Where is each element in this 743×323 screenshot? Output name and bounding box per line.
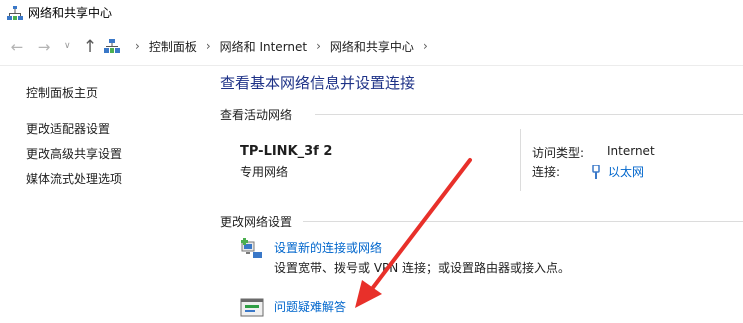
sidebar-item-change-adapter[interactable]: 更改适配器设置 [26,120,110,137]
connection-value[interactable]: 以太网 [608,163,644,180]
divider [303,221,743,222]
divider [315,114,743,115]
network-name: TP-LINK_3f 2 [240,144,333,159]
breadcrumb-item[interactable]: 网络和 Internet [220,38,307,55]
network-type: 专用网络 [240,165,289,179]
sidebar-item-advanced-sharing[interactable]: 更改高级共享设置 [26,145,122,162]
page-title: 查看基本网络信息并设置连接 [220,74,416,92]
forward-arrow-icon[interactable]: → [36,39,52,55]
breadcrumb-item[interactable]: 控制面板 [149,38,197,55]
access-type-value: Internet [607,144,655,158]
network-center-icon [7,6,23,20]
change-settings-label: 更改网络设置 [220,215,293,229]
control-panel-icon [104,39,120,53]
troubleshoot-link[interactable]: 问题疑难解答 [274,298,346,315]
main-content: 查看基本网络信息并设置连接 查看活动网络 TP-LINK_3f 2 专用网络 访… [205,67,743,323]
sidebar-item-media-streaming[interactable]: 媒体流式处理选项 [26,170,122,187]
active-networks-label: 查看活动网络 [220,108,293,122]
task-troubleshoot: 问题疑难解答 [240,296,680,320]
chevron-down-icon[interactable]: ∨ [64,41,71,51]
setup-new-connection-link[interactable]: 设置新的连接或网络 [274,239,382,256]
access-type-label: 访问类型: [532,146,585,160]
connection-label: 连接: [532,165,561,179]
navigation-bar: ← → ∨ ↑ › 控制面板 › 网络和 Internet › 网络和共享中心 … [0,26,743,66]
troubleshoot-icon [240,298,264,317]
up-arrow-icon[interactable]: ↑ [82,39,98,56]
chevron-right-icon[interactable]: › [135,39,140,53]
task-description: 设置宽带、拨号或 VPN 连接；或设置路由器或接入点。 [274,261,571,275]
ethernet-icon [592,164,600,179]
divider [520,129,521,191]
sidebar: 控制面板主页 更改适配器设置 更改高级共享设置 媒体流式处理选项 [0,67,205,323]
chevron-right-icon[interactable]: › [206,39,211,53]
back-arrow-icon[interactable]: ← [9,39,25,55]
sidebar-item-control-panel-home[interactable]: 控制面板主页 [26,84,98,101]
connection-link[interactable]: 以太网 [591,163,644,180]
window-title: 网络和共享中心 [28,6,113,20]
chevron-right-icon[interactable]: › [316,39,321,53]
title-bar: 网络和共享中心 [0,0,743,26]
new-connection-icon [241,238,262,258]
breadcrumb-item[interactable]: 网络和共享中心 [330,38,414,55]
task-new-connection: 设置新的连接或网络 设置宽带、拨号或 VPN 连接；或设置路由器或接入点。 [240,237,680,279]
chevron-right-icon[interactable]: › [423,39,428,53]
breadcrumb: › 控制面板 › 网络和 Internet › 网络和共享中心 › [104,35,437,57]
